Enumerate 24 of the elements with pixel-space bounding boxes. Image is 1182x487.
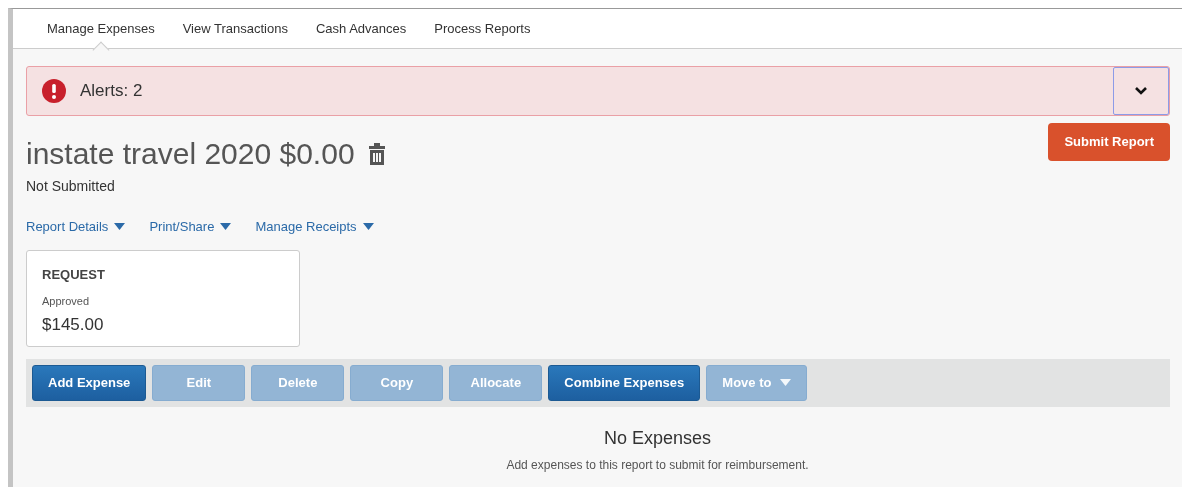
nav-tab[interactable]: Cash Advances (301, 8, 421, 49)
dropdown-menu-link[interactable]: Print/Share (149, 217, 232, 237)
caret-icon (780, 379, 792, 386)
request-amount: $145.00 (42, 313, 105, 336)
empty-title: No Expenses (602, 426, 713, 450)
toolbar-button[interactable]: Add Expense (32, 364, 147, 401)
nav-tab[interactable]: View Transactions (168, 8, 302, 49)
dropdown-menu-link[interactable]: Report Details (26, 217, 126, 237)
error-icon (42, 79, 66, 103)
empty-message: Add expenses to this report to submit for reimbursement. (505, 456, 810, 474)
caret-icon (220, 223, 232, 231)
caret-icon (362, 223, 374, 231)
card-heading: REQUEST (42, 265, 106, 284)
submit-report-button[interactable]: Submit Report (1048, 123, 1170, 161)
alerts-count: Alerts: 2 (80, 80, 143, 103)
chevron-icon (1134, 86, 1148, 96)
toolbar-button[interactable]: Combine Expenses (548, 364, 701, 401)
caret-icon (114, 223, 126, 231)
nav-tab[interactable]: Process Reports (420, 8, 545, 49)
trash-icon[interactable] (368, 142, 385, 165)
report-title: instate travel 2020 $0.00 (26, 136, 355, 172)
report-status: Not Submitted (26, 177, 116, 196)
dropdown-menu-link[interactable]: Manage Receipts (255, 217, 374, 237)
approval-status: Approved (42, 294, 91, 309)
